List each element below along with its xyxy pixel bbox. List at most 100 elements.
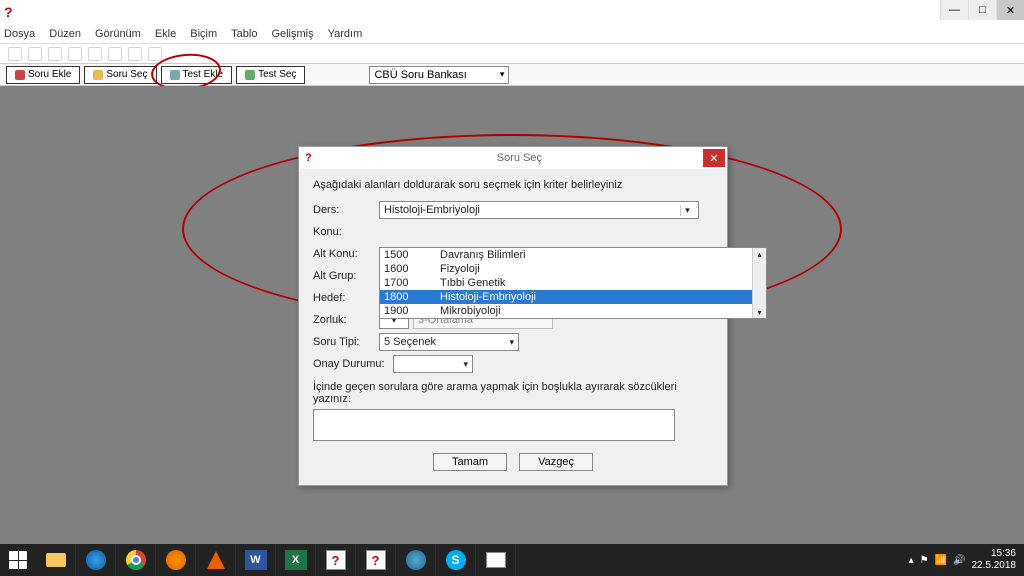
window-titlebar: ? — □ ✕	[0, 0, 1024, 24]
dialog-instruction: Aşağıdaki alanları doldurarak soru seçme…	[313, 179, 713, 191]
sorutipi-combo[interactable]: 5 Seçenek ▾	[379, 333, 519, 351]
sorutipi-value: 5 Seçenek	[384, 336, 436, 348]
task-app2[interactable]: ?	[356, 544, 396, 576]
task-settings[interactable]	[396, 544, 436, 576]
tray-network-icon[interactable]: 📶	[935, 555, 947, 566]
tool-icon[interactable]	[108, 47, 122, 61]
tray-chevron-up-icon[interactable]: ▴	[909, 555, 914, 566]
dialog-title: Soru Seç	[318, 152, 721, 164]
scroll-down-icon[interactable]: ▾	[753, 306, 766, 318]
scroll-up-icon[interactable]: ▴	[753, 248, 766, 260]
menu-bicim[interactable]: Biçim	[190, 28, 217, 40]
menu-dosya[interactable]: Dosya	[4, 28, 35, 40]
clock-date: 22.5.2018	[972, 560, 1017, 572]
paint-icon	[486, 552, 506, 568]
skype-icon: S	[446, 550, 466, 570]
soru-sec-dialog: ? Soru Seç ✕ Aşağıdaki alanları doldurar…	[298, 146, 728, 486]
tab-soru-sec[interactable]: Soru Seç	[84, 66, 156, 84]
taskbar: W X ? ? S ▴ ⚑ 📶 🔊 15:36 22.5.2018	[0, 544, 1024, 576]
menu-tablo[interactable]: Tablo	[231, 28, 257, 40]
label-onay: Onay Durumu:	[313, 358, 393, 370]
label-konu: Konu:	[313, 226, 379, 238]
start-button[interactable]	[0, 544, 36, 576]
option-1500[interactable]: 1500Davranış Bilimleri	[380, 248, 766, 262]
label-sorutipi: Soru Tipi:	[313, 336, 379, 348]
search-textarea[interactable]	[313, 409, 675, 441]
tab-label: Test Ekle	[183, 69, 224, 80]
label-altgrup: Alt Grup:	[313, 270, 379, 282]
ie-icon	[86, 550, 106, 570]
task-app1[interactable]: ?	[316, 544, 356, 576]
maximize-button[interactable]: □	[968, 0, 996, 20]
ders-combo[interactable]: Histoloji-Embriyoloji ▾	[379, 201, 699, 219]
option-1900[interactable]: 1900Mikrobiyoloji	[380, 304, 766, 318]
close-button[interactable]: ✕	[996, 0, 1024, 20]
dialog-titlebar: ? Soru Seç ✕	[299, 147, 727, 169]
vlc-icon	[207, 551, 225, 569]
task-vlc[interactable]	[196, 544, 236, 576]
task-word[interactable]: W	[236, 544, 276, 576]
tool-icon[interactable]	[28, 47, 42, 61]
bank-select-value: CBÜ Soru Bankası	[374, 69, 466, 81]
chrome-icon	[126, 550, 146, 570]
menu-gorunum[interactable]: Görünüm	[95, 28, 141, 40]
konu-dropdown[interactable]: 1500Davranış Bilimleri 1600Fizyoloji 170…	[379, 247, 767, 319]
ders-value: Histoloji-Embriyoloji	[384, 204, 480, 216]
tool-icon[interactable]	[88, 47, 102, 61]
minimize-button[interactable]: —	[940, 0, 968, 20]
question-icon: ?	[326, 550, 346, 570]
task-ie[interactable]	[76, 544, 116, 576]
firefox-icon	[166, 550, 186, 570]
onay-combo[interactable]: ▾	[393, 355, 473, 373]
tab-label: Test Seç	[258, 69, 296, 80]
tab-soru-ekle[interactable]: Soru Ekle	[6, 66, 80, 84]
tab-test-ekle[interactable]: Test Ekle	[161, 66, 233, 84]
word-icon: W	[245, 550, 267, 570]
task-chrome[interactable]	[116, 544, 156, 576]
label-hedef: Hedef:	[313, 292, 379, 304]
tab-icon	[170, 70, 180, 80]
tool-icon[interactable]	[148, 47, 162, 61]
ok-button[interactable]: Tamam	[433, 453, 507, 471]
app-icon: ?	[4, 4, 20, 20]
tab-label: Soru Seç	[106, 69, 147, 80]
option-1600[interactable]: 1600Fizyoloji	[380, 262, 766, 276]
task-file-explorer[interactable]	[36, 544, 76, 576]
task-skype[interactable]: S	[436, 544, 476, 576]
chevron-down-icon: ▾	[509, 337, 514, 348]
tool-icon[interactable]	[48, 47, 62, 61]
dropdown-scrollbar[interactable]: ▴ ▾	[752, 248, 766, 318]
tool-icon[interactable]	[128, 47, 142, 61]
tray-volume-icon[interactable]: 🔊	[953, 555, 965, 566]
menu-ekle[interactable]: Ekle	[155, 28, 176, 40]
system-tray: ▴ ⚑ 📶 🔊 15:36 22.5.2018	[909, 544, 1024, 576]
menu-duzen[interactable]: Düzen	[49, 28, 81, 40]
label-zorluk: Zorluk:	[313, 314, 379, 326]
menu-gelismis[interactable]: Gelişmiş	[271, 28, 313, 40]
tray-flag-icon[interactable]: ⚑	[920, 555, 929, 566]
dialog-close-button[interactable]: ✕	[703, 149, 725, 167]
clock-time: 15:36	[972, 548, 1017, 560]
search-instruction: İçinde geçen sorulara göre arama yapmak …	[313, 381, 713, 405]
toolbar-icons	[0, 44, 1024, 64]
cancel-button[interactable]: Vazgeç	[519, 453, 593, 471]
question-icon: ?	[366, 550, 386, 570]
toolbar-tabs: Soru Ekle Soru Seç Test Ekle Test Seç CB…	[0, 64, 1024, 86]
menubar: Dosya Düzen Görünüm Ekle Biçim Tablo Gel…	[0, 24, 1024, 44]
tool-icon[interactable]	[8, 47, 22, 61]
task-paint[interactable]	[476, 544, 516, 576]
chevron-down-icon: ▾	[463, 359, 468, 370]
tab-test-sec[interactable]: Test Seç	[236, 66, 305, 84]
bank-select[interactable]: CBÜ Soru Bankası ▾	[369, 66, 509, 84]
dialog-icon: ?	[305, 152, 312, 164]
tool-icon[interactable]	[68, 47, 82, 61]
option-1800[interactable]: 1800Histoloji-Embriyoloji	[380, 290, 766, 304]
task-excel[interactable]: X	[276, 544, 316, 576]
tab-label: Soru Ekle	[28, 69, 71, 80]
task-firefox[interactable]	[156, 544, 196, 576]
label-ders: Ders:	[313, 204, 379, 216]
option-1700[interactable]: 1700Tıbbi Genetik	[380, 276, 766, 290]
taskbar-clock[interactable]: 15:36 22.5.2018	[972, 548, 1017, 572]
menu-yardim[interactable]: Yardım	[328, 28, 363, 40]
windows-icon	[9, 551, 27, 569]
